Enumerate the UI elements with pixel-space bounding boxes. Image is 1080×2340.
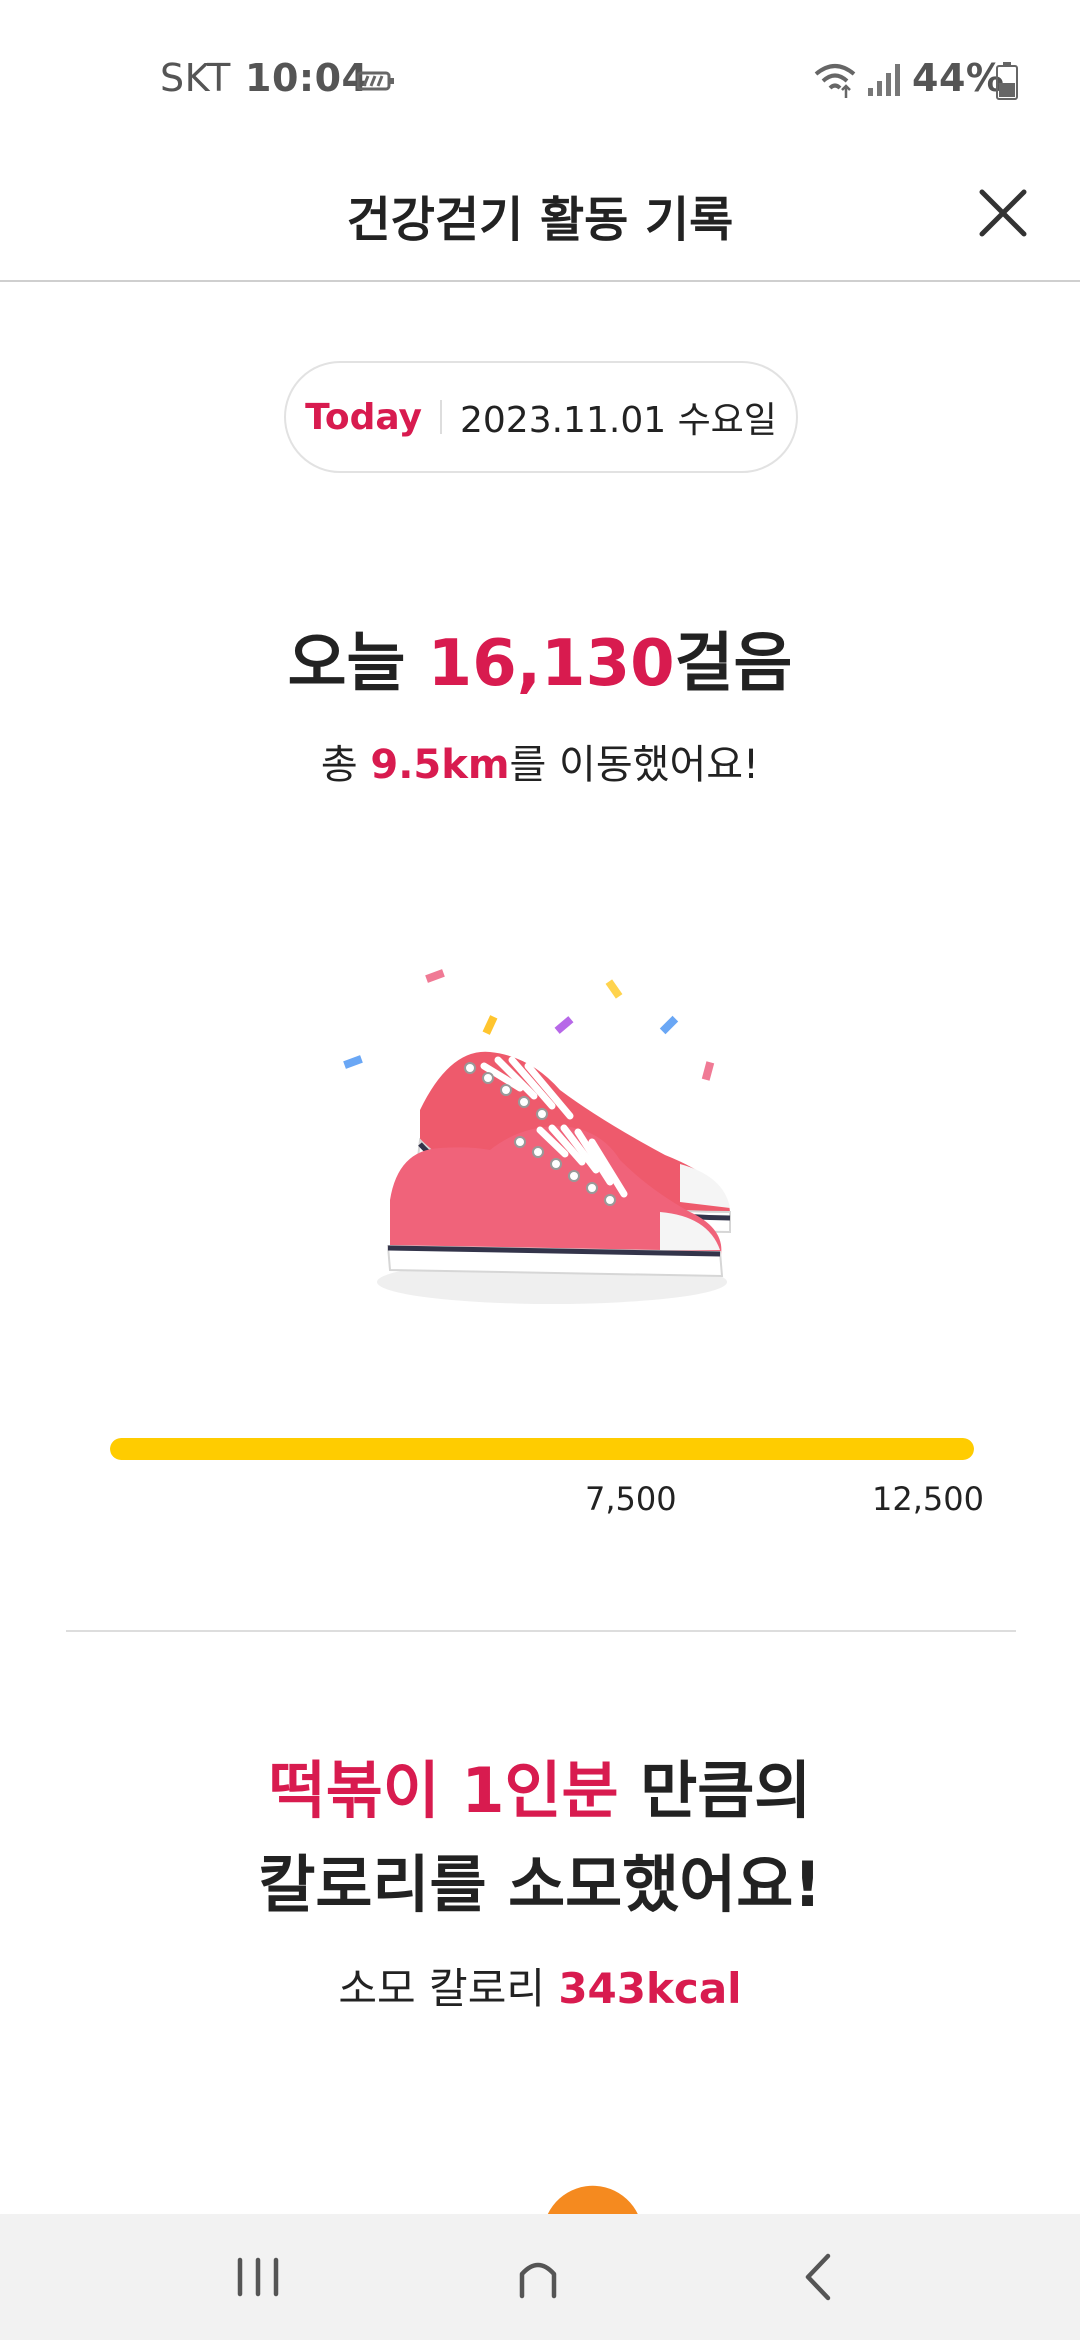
section-divider xyxy=(66,1630,1016,1632)
sneakers-illustration xyxy=(343,969,731,1304)
steps-count: 16,130 xyxy=(427,627,675,701)
back-icon[interactable] xyxy=(778,2242,858,2312)
header-divider xyxy=(0,280,1080,282)
wifi-icon xyxy=(814,64,856,98)
date-separator xyxy=(440,400,442,434)
today-label: Today xyxy=(305,396,422,438)
distance-prefix: 총 xyxy=(320,742,371,788)
calorie-summary: 소모 칼로리 343kcal xyxy=(0,1955,1080,2016)
steps-progress-fill xyxy=(110,1438,974,1460)
recent-apps-icon[interactable] xyxy=(218,2242,298,2312)
home-icon[interactable] xyxy=(498,2242,578,2312)
distance-summary: 총 9.5km를 이동했어요! xyxy=(0,732,1080,790)
signal-icon xyxy=(868,64,900,96)
battery-saver-icon xyxy=(357,71,394,91)
calorie-value: 343kcal xyxy=(558,1964,742,2013)
steps-progress-bar xyxy=(110,1438,974,1460)
carrier-label: SKT xyxy=(160,56,231,100)
status-bar: SKT 10:04 44% xyxy=(0,0,1080,160)
calorie-food-highlight: 떡볶이 1인분 xyxy=(268,1754,619,1827)
distance-suffix: 를 이동했어요! xyxy=(509,742,760,788)
battery-percent: 44% xyxy=(912,56,1005,100)
steps-prefix: 오늘 xyxy=(287,627,428,701)
close-icon[interactable] xyxy=(968,178,1038,248)
date-selector[interactable]: Today 2023.11.01 수요일 xyxy=(284,361,798,473)
battery-icon xyxy=(996,62,1018,100)
calorie-label: 소모 칼로리 xyxy=(338,1964,559,2013)
page-title: 건강걷기 활동 기록 xyxy=(346,192,734,248)
date-label: 2023.11.01 수요일 xyxy=(460,400,777,441)
goal-label-max: 12,500 xyxy=(872,1480,984,1518)
system-nav-bar xyxy=(0,2214,1080,2340)
goal-label-mid: 7,500 xyxy=(585,1480,677,1518)
calorie-headline-rest: 만큼의 xyxy=(618,1754,812,1827)
steps-headline: 오늘 16,130걸음 xyxy=(0,612,1080,704)
clock: 10:04 xyxy=(245,56,369,100)
calorie-headline-line1: 떡볶이 1인분 만큼의 xyxy=(0,1744,1080,1838)
calorie-headline: 떡볶이 1인분 만큼의 칼로리를 소모했어요! xyxy=(0,1744,1080,1932)
steps-suffix: 걸음 xyxy=(674,627,793,701)
distance-value: 9.5km xyxy=(370,742,510,788)
calorie-headline-line2: 칼로리를 소모했어요! xyxy=(258,1848,822,1921)
